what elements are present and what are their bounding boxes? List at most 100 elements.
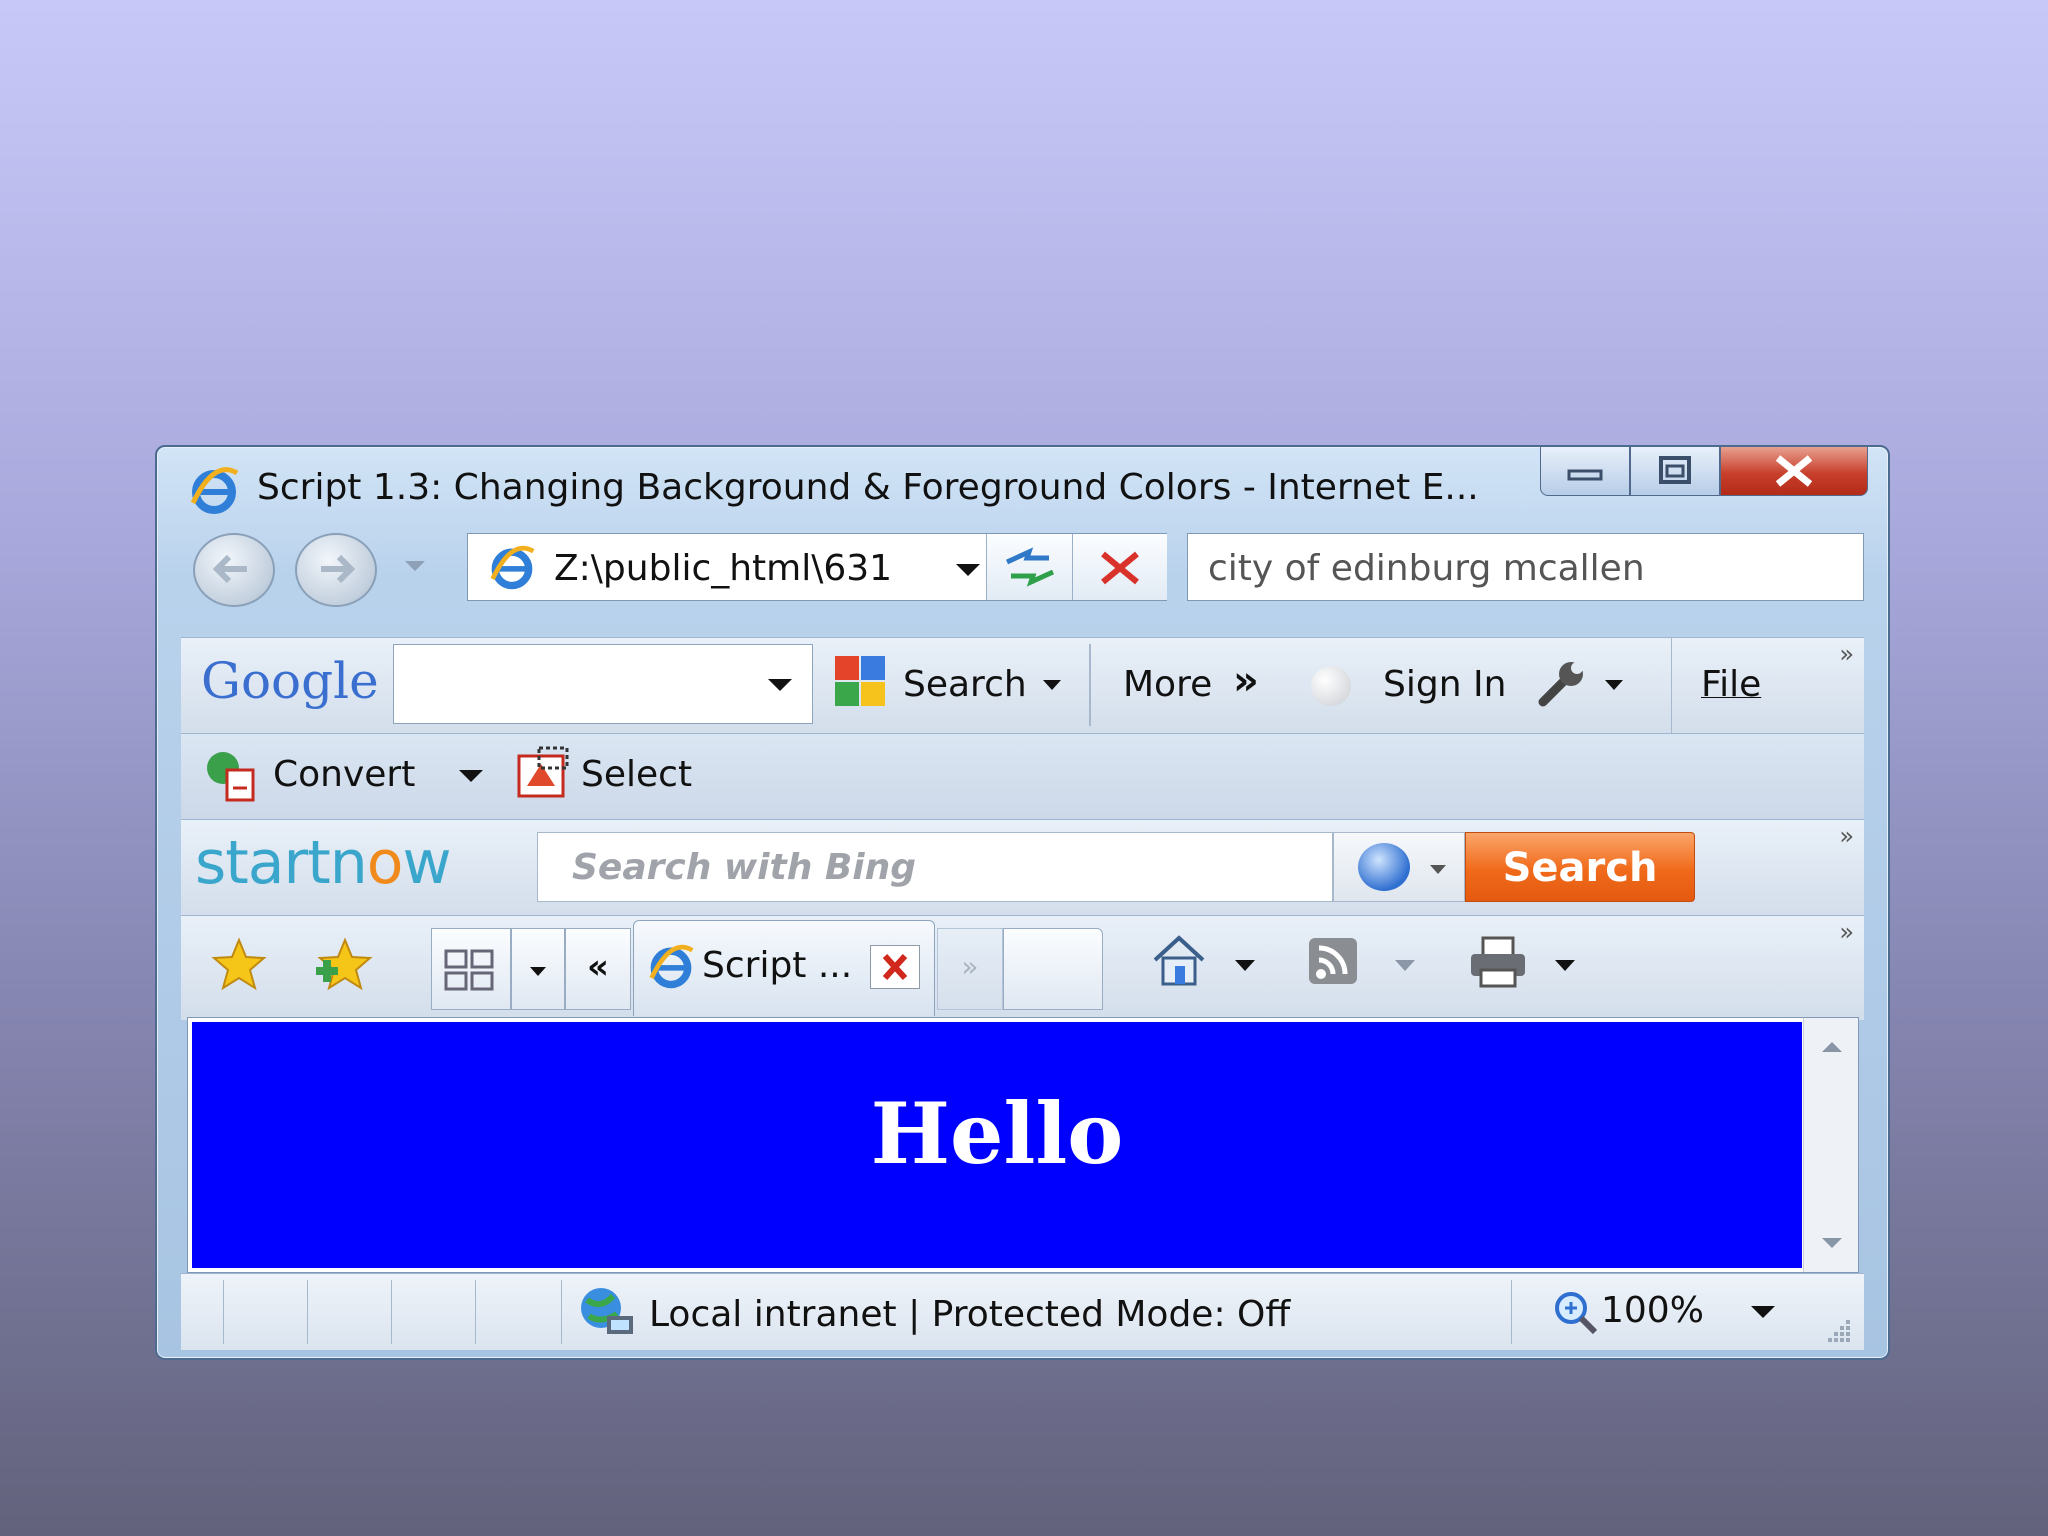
page-body: Hello <box>192 1022 1802 1268</box>
rss-icon[interactable] <box>1307 936 1361 988</box>
content-area: Hello <box>187 1017 1859 1273</box>
ie-icon <box>490 545 535 590</box>
toolbar-overflow-chevron[interactable]: » <box>1839 918 1854 946</box>
print-dropdown[interactable] <box>1555 960 1575 971</box>
maximize-button[interactable] <box>1630 447 1720 496</box>
title-bar: Script 1.3: Changing Background & Foregr… <box>157 447 1888 517</box>
startnow-logo-end: w <box>402 828 452 898</box>
engine-dropdown[interactable] <box>1430 865 1446 874</box>
favorites-tab-bar: « Script ... » » <box>181 915 1864 1020</box>
google-toolbar: Google Search More » Sign In File » <box>181 637 1864 734</box>
google-search-dropdown-arrow[interactable] <box>1043 680 1061 690</box>
chevron-down-icon <box>530 967 546 976</box>
close-icon <box>882 953 908 981</box>
bing-engine-selector[interactable] <box>1333 832 1465 902</box>
minimize-icon <box>1567 469 1603 481</box>
browser-window: Script 1.3: Changing Background & Foregr… <box>155 445 1890 1360</box>
scroll-tabs-left-button[interactable]: « <box>565 928 631 1010</box>
convert-button[interactable]: Convert <box>273 754 415 795</box>
status-bar: Local intranet | Protected Mode: Off 100… <box>181 1273 1864 1350</box>
scroll-down-arrow[interactable] <box>1822 1238 1842 1248</box>
google-search-icon <box>835 656 885 706</box>
zoom-dropdown[interactable] <box>1751 1306 1775 1318</box>
status-divider <box>223 1280 224 1344</box>
google-logo: Google <box>201 652 379 710</box>
address-input[interactable]: Z:\public_html\631 <box>554 548 954 589</box>
ie-icon <box>190 467 239 514</box>
google-search-input[interactable] <box>393 644 813 724</box>
quick-tabs-button[interactable] <box>431 928 511 1010</box>
startnow-logo-o: o <box>366 828 404 898</box>
security-zone-label[interactable]: Local intranet | Protected Mode: Off <box>649 1294 1290 1335</box>
ie-icon <box>649 944 694 989</box>
settings-dropdown[interactable] <box>1605 680 1623 690</box>
stop-icon <box>1101 551 1139 585</box>
favorites-star-icon[interactable] <box>211 936 267 992</box>
page-heading: Hello <box>870 1084 1124 1183</box>
forward-icon <box>321 554 356 584</box>
search-input[interactable]: city of edinburg mcallen <box>1208 548 1645 589</box>
zoom-level[interactable]: 100% <box>1601 1290 1704 1331</box>
tab-close-button[interactable] <box>870 945 920 989</box>
select-icon <box>517 746 569 798</box>
convert-icon <box>207 752 255 802</box>
google-search-dropdown[interactable] <box>768 679 792 691</box>
close-icon <box>1775 455 1813 487</box>
convert-dropdown[interactable] <box>459 770 483 782</box>
address-dropdown[interactable] <box>956 564 980 576</box>
search-box[interactable]: city of edinburg mcallen <box>1187 533 1864 601</box>
tab-label: Script ... <box>702 945 853 986</box>
navigation-bar: Z:\public_html\631 city of edinburg mcal… <box>157 519 1888 607</box>
recent-pages-dropdown[interactable] <box>405 561 425 571</box>
select-button[interactable]: Select <box>581 754 692 795</box>
home-dropdown[interactable] <box>1235 960 1255 971</box>
back-icon <box>212 554 247 584</box>
feeds-dropdown[interactable] <box>1395 960 1415 971</box>
more-button[interactable]: More <box>1123 664 1212 705</box>
close-button[interactable] <box>1720 447 1868 496</box>
home-icon[interactable] <box>1149 932 1209 988</box>
startnow-toolbar: startnow Search with Bing Search » <box>181 819 1864 916</box>
bing-search-placeholder: Search with Bing <box>572 847 917 888</box>
maximize-icon <box>1659 456 1691 484</box>
signin-status-icon <box>1311 666 1351 706</box>
vertical-scrollbar[interactable] <box>1803 1018 1858 1272</box>
resize-grip-icon[interactable] <box>1826 1316 1854 1344</box>
quick-tabs-icon <box>444 949 494 991</box>
zoom-icon <box>1555 1292 1598 1335</box>
new-tab-button[interactable] <box>1003 928 1103 1010</box>
window-title: Script 1.3: Changing Background & Foregr… <box>257 467 1479 508</box>
startnow-logo: startnow <box>195 828 452 898</box>
bing-search-button[interactable]: Search <box>1465 832 1695 902</box>
scroll-up-arrow[interactable] <box>1822 1042 1842 1052</box>
refresh-icon <box>1005 547 1055 587</box>
refresh-button[interactable] <box>986 534 1073 600</box>
file-menu[interactable]: File <box>1701 664 1761 705</box>
google-search-button[interactable]: Search <box>903 664 1027 705</box>
status-divider <box>1511 1280 1512 1344</box>
status-divider <box>391 1280 392 1344</box>
more-chevron: » <box>1233 658 1259 704</box>
minimize-button[interactable] <box>1540 447 1630 496</box>
print-icon[interactable] <box>1467 934 1529 990</box>
toolbar-separator <box>1671 638 1672 734</box>
bing-icon <box>1358 843 1410 891</box>
wrench-icon[interactable] <box>1535 658 1591 708</box>
stop-button[interactable] <box>1072 534 1167 600</box>
status-divider <box>561 1280 562 1344</box>
toolbar-separator <box>1089 644 1091 726</box>
sign-in-button[interactable]: Sign In <box>1383 664 1506 705</box>
status-divider <box>307 1280 308 1344</box>
back-button[interactable] <box>193 533 275 607</box>
address-bar[interactable]: Z:\public_html\631 <box>467 533 1167 601</box>
convert-toolbar: Convert Select <box>181 733 1864 820</box>
forward-button[interactable] <box>295 533 377 607</box>
add-favorite-icon[interactable] <box>313 936 375 992</box>
toolbar-overflow-chevron[interactable]: » <box>1839 640 1854 668</box>
startnow-logo-start: startn <box>195 828 368 898</box>
bing-search-input[interactable]: Search with Bing <box>537 832 1333 902</box>
tab-list-dropdown[interactable] <box>511 928 565 1010</box>
scroll-tabs-right-button[interactable]: » <box>937 928 1003 1010</box>
toolbar-overflow-chevron[interactable]: » <box>1839 822 1854 850</box>
tab-script[interactable]: Script ... <box>633 920 935 1016</box>
